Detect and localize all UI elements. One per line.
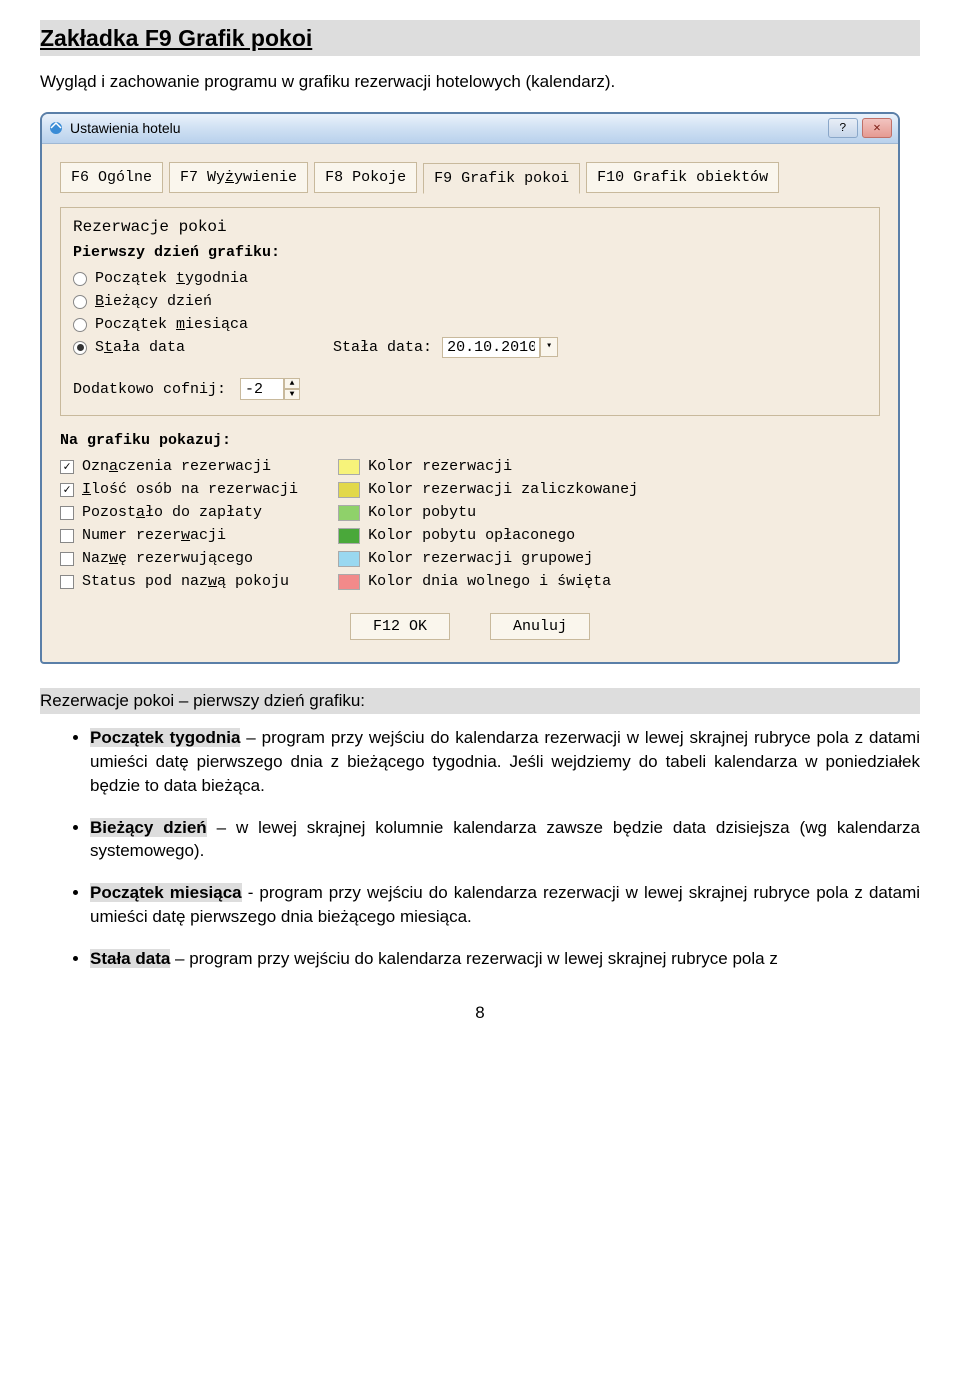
tab-ogolne[interactable]: F6 Ogólne — [60, 162, 163, 193]
bullet-list: Początek tygodnia – program przy wejściu… — [40, 726, 920, 970]
window-body: F6 Ogólne F7 Wyżywienie F8 Pokoje F9 Gra… — [42, 144, 898, 662]
radio-stala-data[interactable]: Stała data Stała data: ▾ — [73, 336, 867, 359]
color-label: Kolor pobytu opłaconego — [368, 525, 575, 546]
ok-button[interactable]: F12 OK — [350, 613, 450, 640]
spin-down[interactable]: ▼ — [284, 389, 300, 400]
term: Stała data — [90, 949, 170, 968]
color-swatch — [338, 482, 360, 498]
color-label: Kolor dnia wolnego i święta — [368, 571, 611, 592]
fixed-date-input[interactable] — [442, 337, 540, 358]
color-zaliczkowanej[interactable]: Kolor rezerwacji zaliczkowanej — [338, 478, 638, 501]
radio-icon — [73, 272, 87, 286]
radio-icon — [73, 295, 87, 309]
subheading: Rezerwacje pokoi – pierwszy dzień grafik… — [40, 688, 920, 714]
page-title: Zakładka F9 Grafik pokoi — [40, 20, 920, 56]
checkbox-icon — [60, 575, 74, 589]
help-button[interactable]: ? — [828, 118, 858, 138]
color-swatch — [338, 574, 360, 590]
list-item: Stała data – program przy wejściu do kal… — [90, 947, 920, 971]
legend: Rezerwacje pokoi — [73, 216, 867, 238]
radio-poczatek-miesiaca[interactable]: Początek miesiąca — [73, 313, 867, 336]
close-button[interactable]: ✕ — [862, 118, 892, 138]
subheading-first-day: Pierwszy dzień grafiku: — [73, 242, 867, 263]
body-text: – w lewej skrajnej kolumnie kalendarza z… — [90, 818, 920, 861]
check-label: Oznaczenia rezerwacji — [82, 456, 271, 477]
dialog-window: Ustawienia hotelu ? ✕ F6 Ogólne F7 Wyżyw… — [40, 112, 900, 664]
cancel-button[interactable]: Anuluj — [490, 613, 590, 640]
color-rezerwacji[interactable]: Kolor rezerwacji — [338, 455, 638, 478]
radio-poczatek-tygodnia[interactable]: Początek tygodnia — [73, 267, 867, 290]
radio-icon — [73, 318, 87, 332]
checkbox-icon — [60, 552, 74, 566]
check-status[interactable]: Status pod nazwą pokoju — [60, 570, 298, 593]
tab-wyzywienie[interactable]: F7 Wyżywienie — [169, 162, 308, 193]
radio-label: Bieżący dzień — [95, 291, 212, 312]
offset-label: Dodatkowo cofnij: — [73, 379, 226, 400]
page-number: 8 — [40, 1001, 920, 1025]
color-label: Kolor rezerwacji — [368, 456, 512, 477]
tab-label: F7 Wy — [180, 169, 225, 186]
check-nazwe[interactable]: Nazwę rezerwującego — [60, 547, 298, 570]
color-swieta[interactable]: Kolor dnia wolnego i święta — [338, 570, 638, 593]
check-label: Nazwę rezerwującego — [82, 548, 253, 569]
checkbox-icon — [60, 460, 74, 474]
radio-icon — [73, 341, 87, 355]
checkbox-icon — [60, 483, 74, 497]
radio-label: Stała data — [95, 337, 185, 358]
color-swatch — [338, 459, 360, 475]
offset-row: Dodatkowo cofnij: ▲ ▼ — [73, 377, 867, 401]
tab-label-accel: ż — [225, 169, 234, 186]
check-label: Pozostało do zapłaty — [82, 502, 262, 523]
color-label: Kolor rezerwacji grupowej — [368, 548, 593, 569]
date-dropdown-button[interactable]: ▾ — [540, 337, 558, 357]
check-label: Numer rezerwacji — [82, 525, 226, 546]
radio-biezacy-dzien[interactable]: Bieżący dzień — [73, 290, 867, 313]
offset-input[interactable] — [240, 378, 284, 400]
color-swatch — [338, 528, 360, 544]
radio-label: Początek miesiąca — [95, 314, 248, 335]
intro-text: Wygląd i zachowanie programu w grafiku r… — [40, 70, 920, 94]
check-ilosc-osob[interactable]: Ilość osób na rezerwacji — [60, 478, 298, 501]
list-item: Początek tygodnia – program przy wejściu… — [90, 726, 920, 797]
check-pozostalo[interactable]: Pozostało do zapłaty — [60, 501, 298, 524]
screenshot: Ustawienia hotelu ? ✕ F6 Ogólne F7 Wyżyw… — [40, 112, 920, 664]
radio-label: Początek tygodnia — [95, 268, 248, 289]
color-swatch — [338, 551, 360, 567]
check-label: Status pod nazwą pokoju — [82, 571, 289, 592]
tab-grafik-obiektow[interactable]: F10 Grafik obiektów — [586, 162, 779, 193]
titlebar: Ustawienia hotelu ? ✕ — [42, 114, 898, 144]
fixed-date-group: Stała data: ▾ — [333, 337, 558, 358]
offset-spinner[interactable]: ▲ ▼ — [240, 378, 300, 400]
color-pobytu[interactable]: Kolor pobytu — [338, 501, 638, 524]
checkbox-icon — [60, 506, 74, 520]
app-icon — [48, 120, 64, 136]
color-swatch — [338, 505, 360, 521]
color-label: Kolor rezerwacji zaliczkowanej — [368, 479, 638, 500]
spin-up[interactable]: ▲ — [284, 378, 300, 389]
check-label: Ilość osób na rezerwacji — [82, 479, 298, 500]
body-text: – program przy wejściu do kalendarza rez… — [170, 949, 778, 968]
subheading-show-on-chart: Na grafiku pokazuj: — [60, 430, 880, 451]
tab-label: ywienie — [234, 169, 297, 186]
window-title: Ustawienia hotelu — [70, 119, 824, 139]
color-label: Kolor pobytu — [368, 502, 476, 523]
show-options: Oznaczenia rezerwacji Ilość osób na reze… — [60, 455, 880, 593]
tab-bar: F6 Ogólne F7 Wyżywienie F8 Pokoje F9 Gra… — [60, 162, 880, 193]
button-row: F12 OK Anuluj — [60, 613, 880, 640]
fixed-date-label: Stała data: — [333, 337, 432, 358]
tab-grafik-pokoi[interactable]: F9 Grafik pokoi — [423, 163, 580, 194]
color-pobytu-oplaconego[interactable]: Kolor pobytu opłaconego — [338, 524, 638, 547]
term: Początek tygodnia — [90, 728, 240, 747]
color-grupowej[interactable]: Kolor rezerwacji grupowej — [338, 547, 638, 570]
checkbox-icon — [60, 529, 74, 543]
fieldset-rezerwacje: Rezerwacje pokoi Pierwszy dzień grafiku:… — [60, 207, 880, 416]
list-item: Początek miesiąca - program przy wejściu… — [90, 881, 920, 929]
list-item: Bieżący dzień – w lewej skrajnej kolumni… — [90, 816, 920, 864]
term: Bieżący dzień — [90, 818, 207, 837]
term: Początek miesiąca — [90, 883, 242, 902]
tab-pokoje[interactable]: F8 Pokoje — [314, 162, 417, 193]
check-numer-rezerwacji[interactable]: Numer rezerwacji — [60, 524, 298, 547]
check-oznaczenia[interactable]: Oznaczenia rezerwacji — [60, 455, 298, 478]
